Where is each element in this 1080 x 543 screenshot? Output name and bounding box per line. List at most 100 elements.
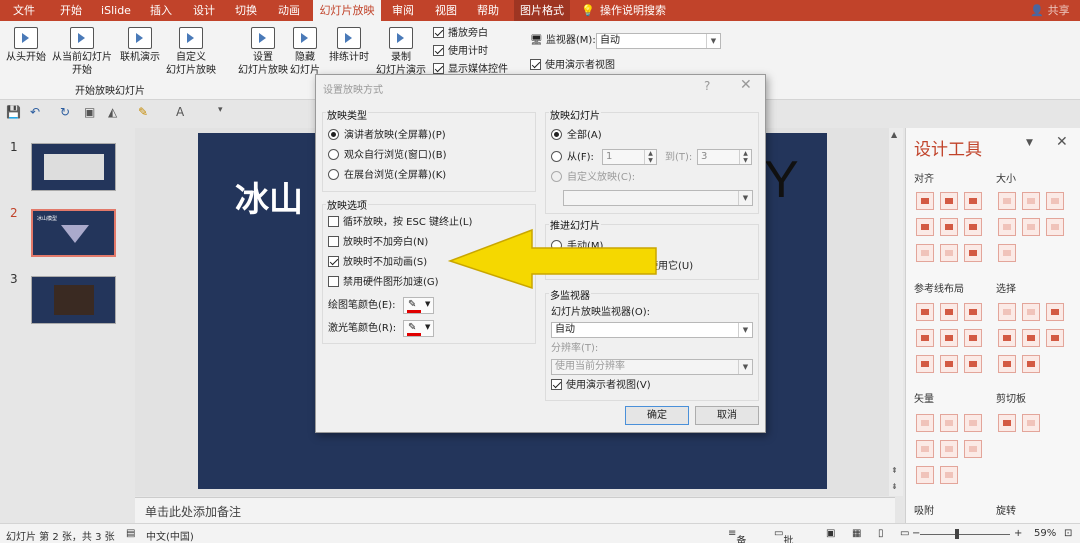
show-type-kiosk[interactable]: 在展台浏览(全屏幕)(K) [328, 169, 446, 183]
scroll-prev-slide-icon[interactable]: ⇞ [891, 466, 898, 475]
guide-col-icon[interactable] [940, 355, 958, 373]
distribute-h-icon[interactable] [916, 244, 934, 262]
customize-qat-icon[interactable]: ▾ [218, 105, 223, 115]
same-size-icon[interactable] [1046, 192, 1064, 210]
no-narration-checkbox[interactable] [328, 236, 339, 247]
custom-show-button[interactable]: 自定义 幻灯片放映 [162, 27, 220, 77]
use-timings-check[interactable]: 使用计时 [433, 45, 488, 59]
record-show-button[interactable]: 录制 幻灯片演示 [372, 27, 430, 77]
from-spinner[interactable]: 1 ▲ ▼ [602, 149, 657, 165]
vector-pen-icon[interactable] [940, 466, 958, 484]
tab-home[interactable]: 开始 [53, 0, 89, 21]
disable-hw-accel-option[interactable]: 禁用硬件图形加速(G) [328, 276, 439, 290]
select-fill-icon[interactable] [1022, 329, 1040, 347]
normal-view-icon[interactable]: ▣ [826, 528, 835, 539]
guide-top-icon[interactable] [916, 329, 934, 347]
undo-icon[interactable]: ↶ [30, 105, 40, 119]
guide-grid-icon[interactable] [964, 355, 982, 373]
close-icon[interactable]: ✕ [1056, 134, 1068, 150]
tab-slide-show[interactable]: 幻灯片放映 [313, 0, 381, 21]
tab-animations[interactable]: 动画 [271, 0, 307, 21]
to-spinner[interactable]: 3 ▲ ▼ [697, 149, 752, 165]
slide-corner-letter[interactable]: Y [764, 150, 799, 210]
vector-union-icon[interactable] [916, 414, 934, 432]
align-bottom-icon[interactable] [964, 218, 982, 236]
play-narration-check[interactable]: 播放旁白 [433, 27, 488, 41]
match-width-icon[interactable] [998, 218, 1016, 236]
reading-view-icon[interactable]: ▯ [878, 528, 884, 539]
guide-middle-icon[interactable] [940, 329, 958, 347]
same-height-icon[interactable] [1022, 192, 1040, 210]
redo-icon[interactable]: ↻ [60, 105, 70, 119]
zoom-level[interactable]: 59% [1034, 528, 1056, 539]
share-button[interactable]: 👤 共享 [1030, 0, 1070, 21]
slide-thumbnail-2[interactable]: 冰山模型 [31, 209, 116, 257]
no-animation-option[interactable]: 放映时不加动画(S) [328, 256, 427, 270]
paste-icon[interactable] [1022, 414, 1040, 432]
slide-scrollbar[interactable]: ▲ ⇞ ⇟ [889, 128, 903, 496]
align-center-icon[interactable] [940, 192, 958, 210]
no-narration-option[interactable]: 放映时不加旁白(N) [328, 236, 428, 250]
tab-insert[interactable]: 插入 [143, 0, 179, 21]
zoom-in-icon[interactable]: + [1014, 528, 1022, 539]
present-icon[interactable]: ▣ [84, 105, 95, 119]
save-icon[interactable]: 💾 [6, 105, 21, 119]
loop-checkbox[interactable] [328, 216, 339, 227]
shapes-icon[interactable]: ◭ [108, 105, 117, 119]
resolution-select[interactable]: 使用当前分辨率 ▼ [551, 359, 753, 375]
align-left-icon[interactable] [916, 192, 934, 210]
custom-show-select[interactable]: ▼ [563, 190, 753, 206]
tell-me-search[interactable]: 操作说明搜索 [598, 0, 668, 21]
grid-align-icon[interactable] [964, 244, 982, 262]
setup-show-button[interactable]: 设置 幻灯片放映 [236, 27, 290, 77]
select-layer-icon[interactable] [1022, 355, 1040, 373]
distribute-v-icon[interactable] [940, 244, 958, 262]
tab-view[interactable]: 视图 [428, 0, 464, 21]
presenter-view-check[interactable]: 使用演示者视图 [530, 59, 615, 73]
align-top-icon[interactable] [916, 218, 934, 236]
tab-help[interactable]: 帮助 [470, 0, 506, 21]
fit-slide-icon[interactable]: ⊡ [1064, 528, 1072, 539]
guide-row-icon[interactable] [916, 355, 934, 373]
swap-size-icon[interactable] [1046, 218, 1064, 236]
dialog-close-icon[interactable]: ✕ [740, 77, 752, 93]
guide-left-icon[interactable] [916, 303, 934, 321]
no-animation-checkbox[interactable] [328, 256, 339, 267]
slides-all-option[interactable]: 全部(A) [551, 129, 602, 143]
zoom-slider-thumb[interactable] [955, 529, 959, 539]
guide-right-icon[interactable] [964, 303, 982, 321]
laser-color-button[interactable]: ✎ ▼ [403, 320, 434, 337]
vector-text-icon[interactable] [916, 466, 934, 484]
help-icon[interactable]: ? [704, 79, 710, 93]
language-status[interactable]: 中文(中国) [146, 528, 194, 543]
zoom-slider[interactable] [920, 534, 1010, 535]
monitor-select[interactable]: 自动 ▼ [596, 33, 721, 49]
scroll-next-slide-icon[interactable]: ⇟ [891, 482, 898, 491]
magic-select-icon[interactable] [1046, 303, 1064, 321]
custom-show-radio[interactable] [551, 171, 562, 182]
select-similar-icon[interactable] [998, 303, 1016, 321]
pen-color-button[interactable]: ✎ ▼ [403, 297, 434, 314]
slides-all-radio[interactable] [551, 129, 562, 140]
guide-bottom-icon[interactable] [964, 329, 982, 347]
vector-intersect-icon[interactable] [916, 440, 934, 458]
custom-show-option[interactable]: 自定义放映(C): [551, 171, 635, 185]
slide-sorter-icon[interactable]: ▦ [852, 528, 861, 539]
cancel-button[interactable]: 取消 [695, 406, 759, 425]
same-width-icon[interactable] [998, 192, 1016, 210]
slideshow-view-icon[interactable]: ▭ [900, 528, 909, 539]
tab-picture-format[interactable]: 图片格式 [514, 0, 570, 21]
match-height-icon[interactable] [1022, 218, 1040, 236]
tab-review[interactable]: 审阅 [387, 0, 419, 21]
slideshow-monitor-select[interactable]: 自动 ▼ [551, 322, 753, 338]
slides-from-option[interactable]: 从(F): [551, 151, 594, 165]
align-right-icon[interactable] [964, 192, 982, 210]
hide-slide-button[interactable]: 隐藏 幻灯片 [288, 27, 322, 77]
copy-icon[interactable] [998, 414, 1016, 432]
presenter-view-checkbox[interactable] [530, 59, 541, 70]
select-group-icon[interactable] [998, 329, 1016, 347]
vector-split-icon[interactable] [964, 440, 982, 458]
scroll-up-icon[interactable]: ▲ [891, 130, 897, 139]
size-pattern-icon[interactable] [998, 244, 1016, 262]
vector-combine-icon[interactable] [940, 414, 958, 432]
